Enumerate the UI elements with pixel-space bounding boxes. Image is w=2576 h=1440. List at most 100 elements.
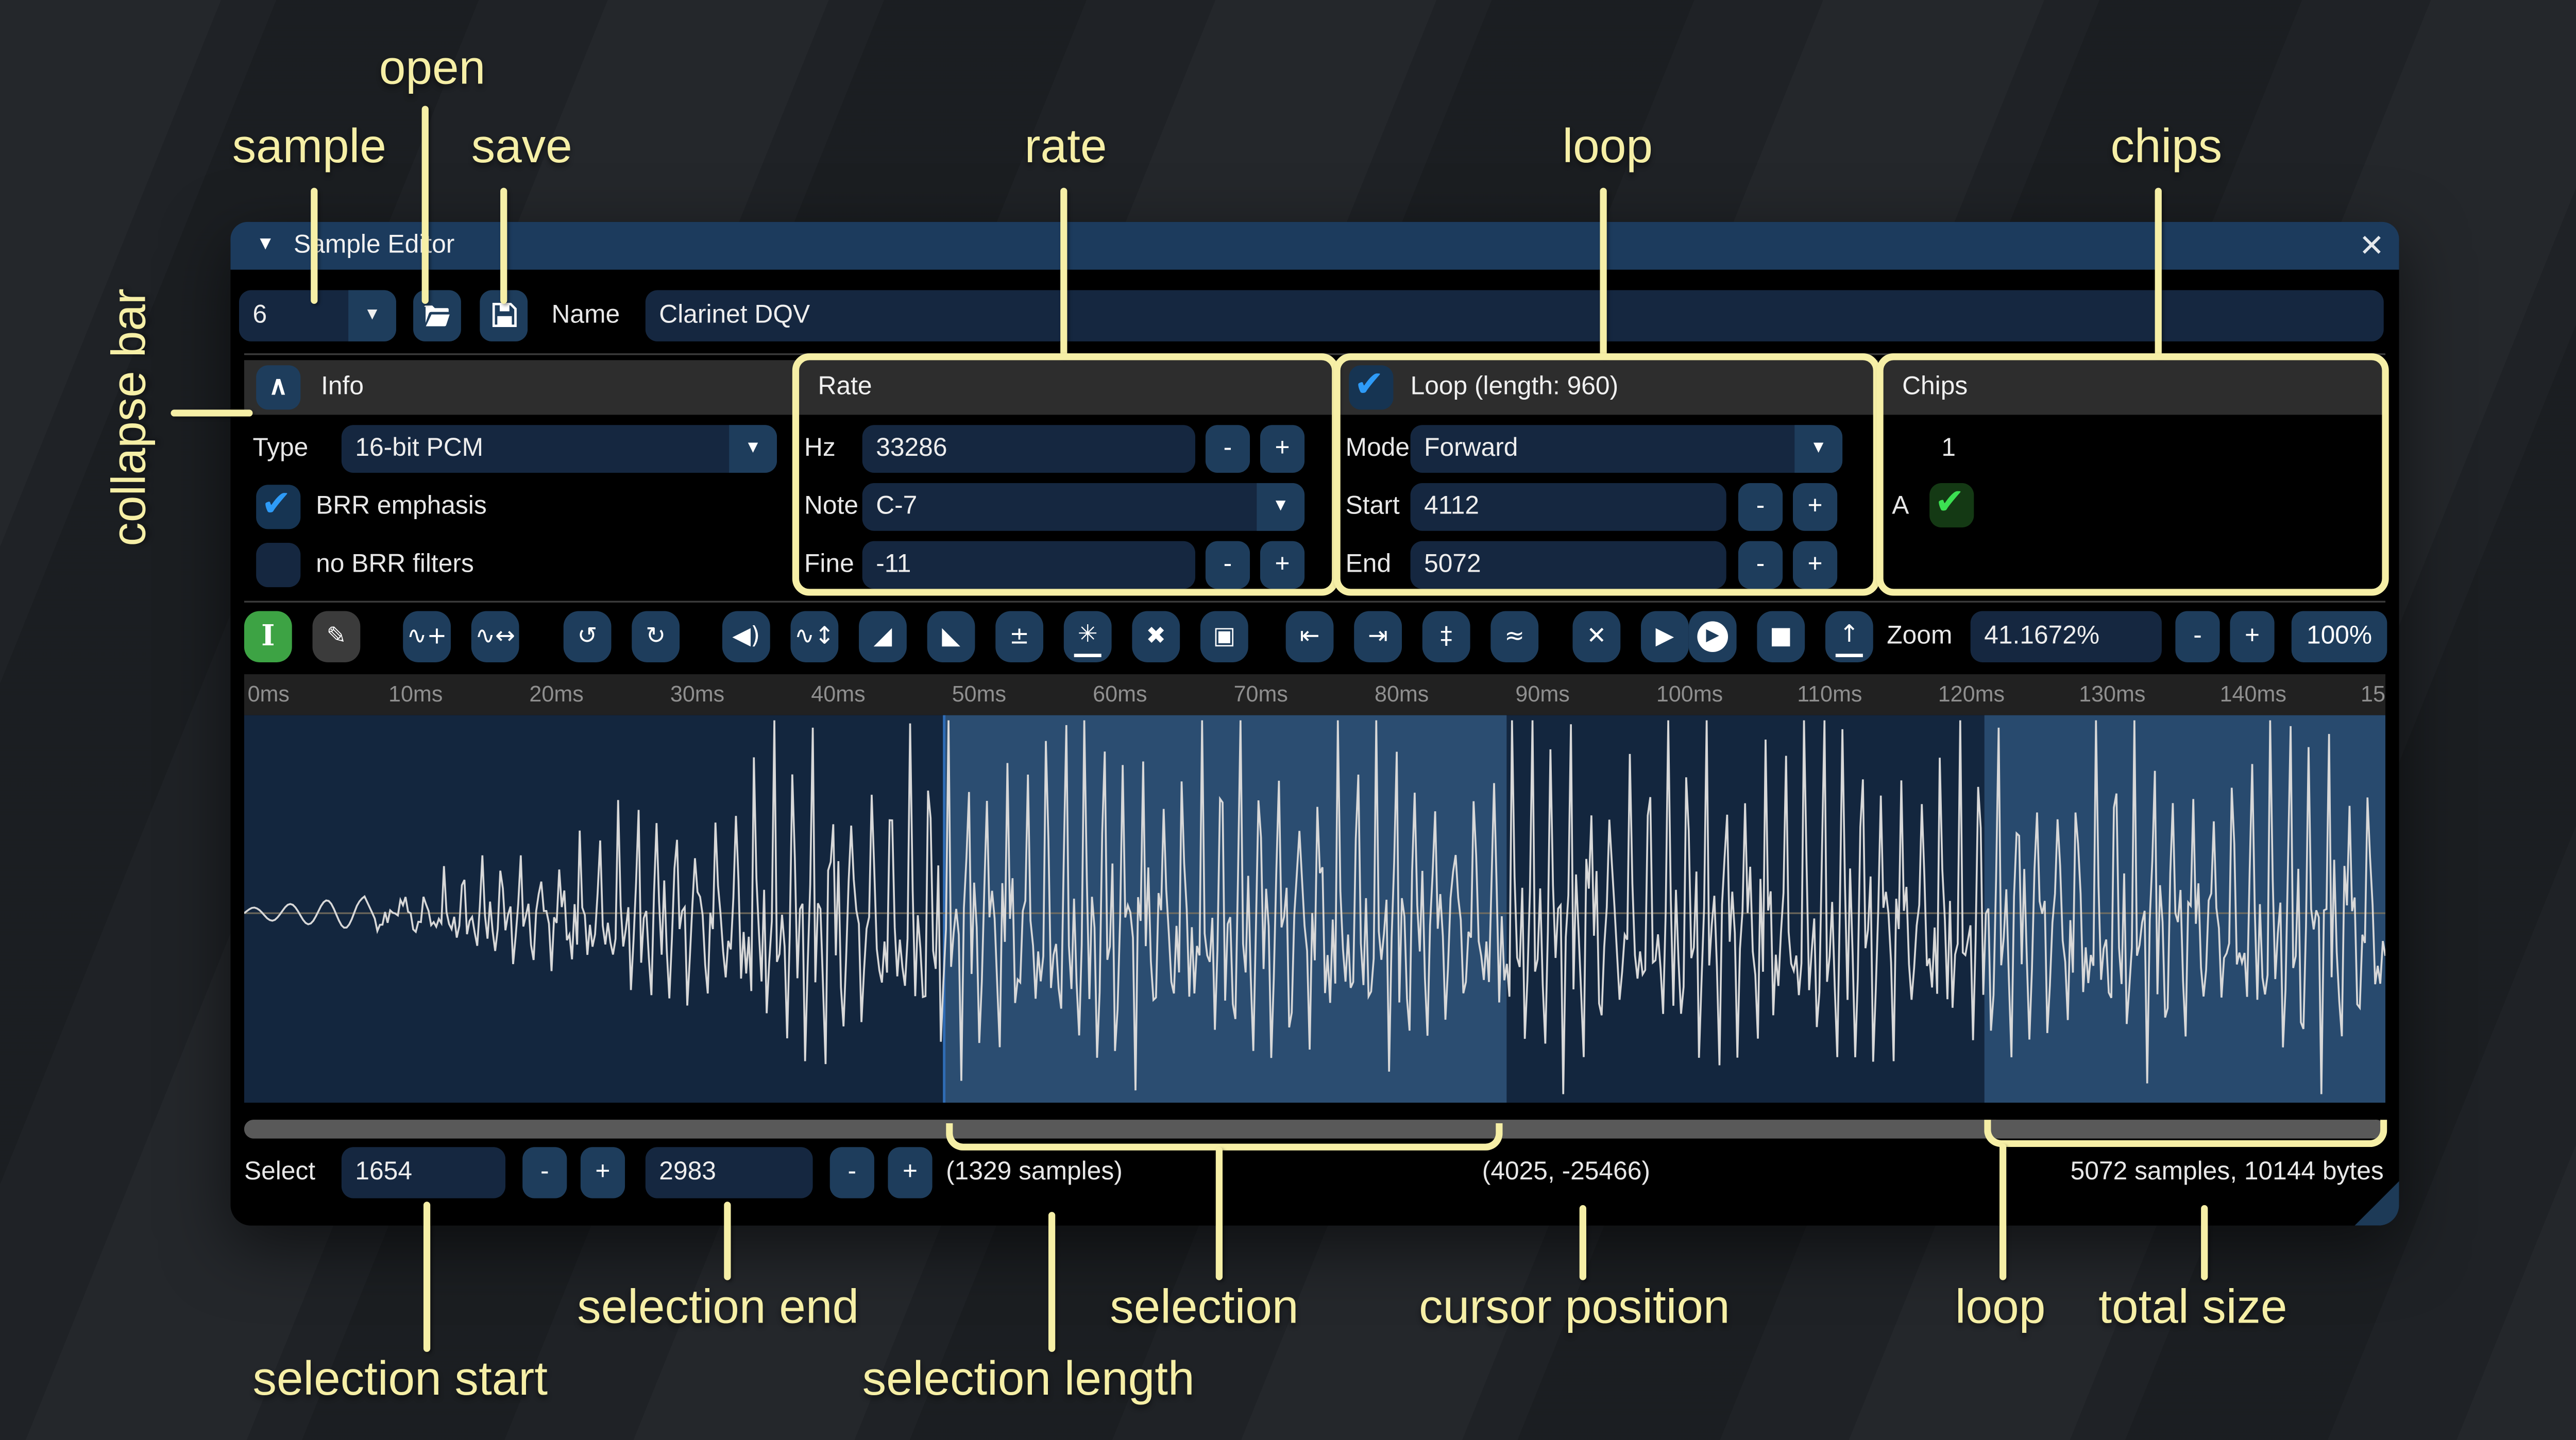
dc-offset-button[interactable]: ±	[995, 611, 1043, 662]
stop-icon: ■	[1770, 611, 1792, 662]
redo-button[interactable]: ↻	[632, 611, 680, 662]
adjust-volume-button[interactable]: ‡	[1422, 611, 1470, 662]
annotation-selection-length: selection length	[862, 1352, 1195, 1407]
fine-label: Fine	[804, 539, 854, 590]
ruler-tick: 120ms	[1938, 681, 2005, 707]
open-button[interactable]	[413, 290, 461, 341]
chip-row-label: A	[1892, 482, 1909, 533]
loop-mode-dropdown[interactable]: Forward ▼	[1411, 425, 1843, 473]
select-tool-button[interactable]: I	[244, 611, 292, 662]
zoom-reset-button[interactable]: 100%	[2292, 611, 2387, 662]
record-sample-button[interactable]: ∿+	[403, 611, 451, 662]
loop-mode-value: Forward	[1424, 425, 1518, 473]
selection-end-field[interactable]: 2983	[646, 1147, 813, 1198]
undo-button[interactable]: ↺	[564, 611, 612, 662]
annotation-sample: sample	[232, 119, 386, 174]
zoom-field[interactable]: 41.1672%	[1971, 611, 2162, 662]
sample-editor-window: ▼ Sample Editor ✕ 6 ▼ Name Clarinet DQV	[230, 222, 2399, 1226]
hz-plus-button[interactable]: +	[1260, 425, 1304, 473]
close-icon[interactable]: ✕	[2351, 225, 2393, 266]
no-brr-filters-label: no BRR filters	[316, 539, 474, 590]
window-collapse-arrow-icon[interactable]: ▼	[256, 234, 275, 254]
trim-selection-icon: ▣	[1213, 611, 1235, 662]
loop-start-field[interactable]: 4112	[1411, 483, 1726, 531]
insert-noise-button[interactable]: ✳	[1064, 611, 1112, 662]
type-dropdown[interactable]: 16-bit PCM ▼	[342, 425, 777, 473]
annotation-line-open	[422, 106, 429, 303]
loop-start-plus-button[interactable]: +	[1793, 483, 1837, 531]
chevron-down-icon[interactable]: ▼	[1794, 425, 1842, 473]
loop-enable-checkbox[interactable]	[1349, 365, 1393, 409]
loop-end-label: End	[1346, 539, 1392, 590]
folder-open-icon	[422, 300, 453, 331]
chevron-down-icon[interactable]: ▼	[1257, 483, 1304, 531]
fade-in-button[interactable]: ◢	[859, 611, 907, 662]
fade-out-icon: ◣	[942, 611, 960, 662]
loop-panel-title: Loop (length: 960)	[1411, 360, 1619, 415]
selection-end-plus-button[interactable]: +	[888, 1147, 932, 1198]
loop-end-field[interactable]: 5072	[1411, 541, 1726, 589]
smooth-button[interactable]: ≈	[1490, 611, 1538, 662]
selection-start-minus-button[interactable]: -	[522, 1147, 567, 1198]
trim-selection-button[interactable]: ▣	[1200, 611, 1248, 662]
loop-end-plus-button[interactable]: +	[1793, 541, 1837, 589]
fine-minus-button[interactable]: -	[1206, 541, 1250, 589]
annotation-collapse-bar: collapse bar	[103, 239, 157, 546]
fine-plus-button[interactable]: +	[1260, 541, 1304, 589]
fade-out-button[interactable]: ◣	[927, 611, 975, 662]
selection-end-minus-button[interactable]: -	[830, 1147, 874, 1198]
resize-sample-button[interactable]: ∿↔	[471, 611, 519, 662]
chip-a1-checkbox[interactable]	[1929, 483, 1974, 527]
amplify-button[interactable]: ∿↕	[791, 611, 839, 662]
hz-field[interactable]: 33286	[862, 425, 1195, 473]
shift-left-button[interactable]: ⇤	[1286, 611, 1334, 662]
swap-button[interactable]: ✕	[1572, 611, 1620, 662]
play-loop-button[interactable]: ▶	[1689, 611, 1737, 662]
waveform-view[interactable]	[244, 715, 2385, 1103]
floppy-save-icon	[489, 300, 518, 329]
no-brr-filters-checkbox[interactable]	[256, 543, 300, 587]
info-panel-header: Info	[244, 360, 798, 415]
ruler-tick: 130ms	[2079, 681, 2145, 707]
sample-number-value: 6	[253, 300, 267, 329]
loop-end-minus-button[interactable]: -	[1738, 541, 1783, 589]
scrollbar-thumb[interactable]	[244, 1120, 2385, 1138]
selection-region[interactable]	[944, 715, 1507, 1103]
name-field[interactable]: Clarinet DQV	[646, 290, 2384, 341]
selection-start-plus-button[interactable]: +	[581, 1147, 625, 1198]
resize-handle[interactable]	[2354, 1181, 2399, 1225]
play-loop-icon: ▶	[1697, 621, 1728, 652]
ruler-tick: 40ms	[811, 681, 865, 707]
chevron-down-icon[interactable]: ▼	[729, 425, 777, 473]
preview-sample-button[interactable]: ◀)	[722, 611, 770, 662]
collapse-bar-button[interactable]: ∧	[256, 365, 300, 409]
zoom-in-button[interactable]: +	[2230, 611, 2274, 662]
rate-panel-title: Rate	[818, 360, 872, 415]
annotation-line-sample	[311, 188, 317, 304]
stop-button[interactable]: ■	[1757, 611, 1805, 662]
zoom-out-button[interactable]: -	[2175, 611, 2219, 662]
note-value: C-7	[876, 483, 917, 531]
draw-tool-button[interactable]: ✎	[313, 611, 361, 662]
fine-field[interactable]: -11	[862, 541, 1195, 589]
play-selection-button[interactable]: ▶	[1641, 611, 1689, 662]
loop-panel-header: Loop (length: 960)	[1338, 360, 1878, 415]
hz-minus-button[interactable]: -	[1206, 425, 1250, 473]
annotation-rate: rate	[1025, 119, 1107, 174]
selection-start-field[interactable]: 1654	[342, 1147, 505, 1198]
amplify-icon: ∿↕	[794, 611, 835, 662]
waveform-scrollbar[interactable]	[244, 1120, 2385, 1138]
loop-start-minus-button[interactable]: -	[1738, 483, 1783, 531]
title-bar[interactable]: ▼ Sample Editor ✕	[230, 222, 2399, 270]
chevron-down-icon[interactable]: ▼	[348, 290, 396, 341]
brr-emphasis-checkbox[interactable]	[256, 485, 300, 529]
ruler-tick: 30ms	[670, 681, 724, 707]
hz-label: Hz	[804, 423, 836, 474]
annotation-loop-bottom: loop	[1955, 1280, 2045, 1335]
note-dropdown[interactable]: C-7 ▼	[862, 483, 1304, 531]
selection-length-readout: (1329 samples)	[946, 1147, 1123, 1198]
shift-right-button[interactable]: ⇥	[1354, 611, 1402, 662]
export-sample-button[interactable]: ↑	[1825, 611, 1873, 662]
ruler-tick: 50ms	[952, 681, 1006, 707]
delete-selection-button[interactable]: ✖	[1132, 611, 1180, 662]
